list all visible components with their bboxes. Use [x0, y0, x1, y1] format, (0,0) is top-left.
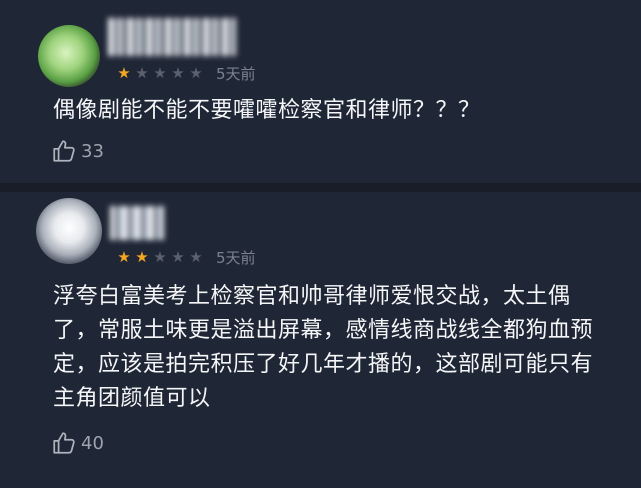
- review-card: ★ ★ ★ ★ ★ 5天前 浮夸白富美考上检察官和帅哥律师爱恨交战，太土偶了，常…: [0, 192, 641, 488]
- star-icon: ★: [171, 248, 185, 266]
- star-icon: ★: [189, 248, 203, 266]
- star-icon: ★: [135, 248, 149, 266]
- thumbs-up-icon: [53, 140, 75, 162]
- star-icon: ★: [117, 248, 131, 266]
- review-meta: ★ ★ ★ ★ ★ 5天前: [116, 63, 256, 83]
- star-icon: ★: [189, 64, 203, 82]
- like-count: 33: [81, 140, 104, 162]
- star-icon: ★: [117, 64, 131, 82]
- username-redacted: [110, 206, 164, 240]
- review-text: 偶像剧能不能不要嚯嚯检察官和律师？？？: [53, 98, 481, 123]
- review-time: 5天前: [216, 248, 256, 267]
- star-icon: ★: [153, 64, 167, 82]
- avatar[interactable]: [38, 25, 100, 87]
- like-count: 40: [81, 432, 104, 454]
- star-icon: ★: [171, 64, 185, 82]
- star-icon: ★: [153, 248, 167, 266]
- rating-stars: ★ ★ ★ ★ ★: [116, 249, 204, 265]
- rating-stars: ★ ★ ★ ★ ★: [116, 65, 204, 81]
- avatar[interactable]: [36, 198, 102, 264]
- star-icon: ★: [135, 64, 149, 82]
- username-redacted: [108, 18, 236, 56]
- like-button[interactable]: 40: [51, 430, 104, 456]
- review-text: 浮夸白富美考上检察官和帅哥律师爱恨交战，太土偶了，常服土味更是溢出屏幕，感情线商…: [53, 284, 594, 411]
- review-time: 5天前: [216, 64, 256, 83]
- like-button[interactable]: 33: [51, 138, 104, 164]
- thumbs-up-icon: [53, 432, 75, 454]
- review-meta: ★ ★ ★ ★ ★ 5天前: [116, 247, 256, 267]
- divider: [0, 183, 641, 192]
- review-card: ★ ★ ★ ★ ★ 5天前 偶像剧能不能不要嚯嚯检察官和律师？？？ 33: [0, 0, 641, 183]
